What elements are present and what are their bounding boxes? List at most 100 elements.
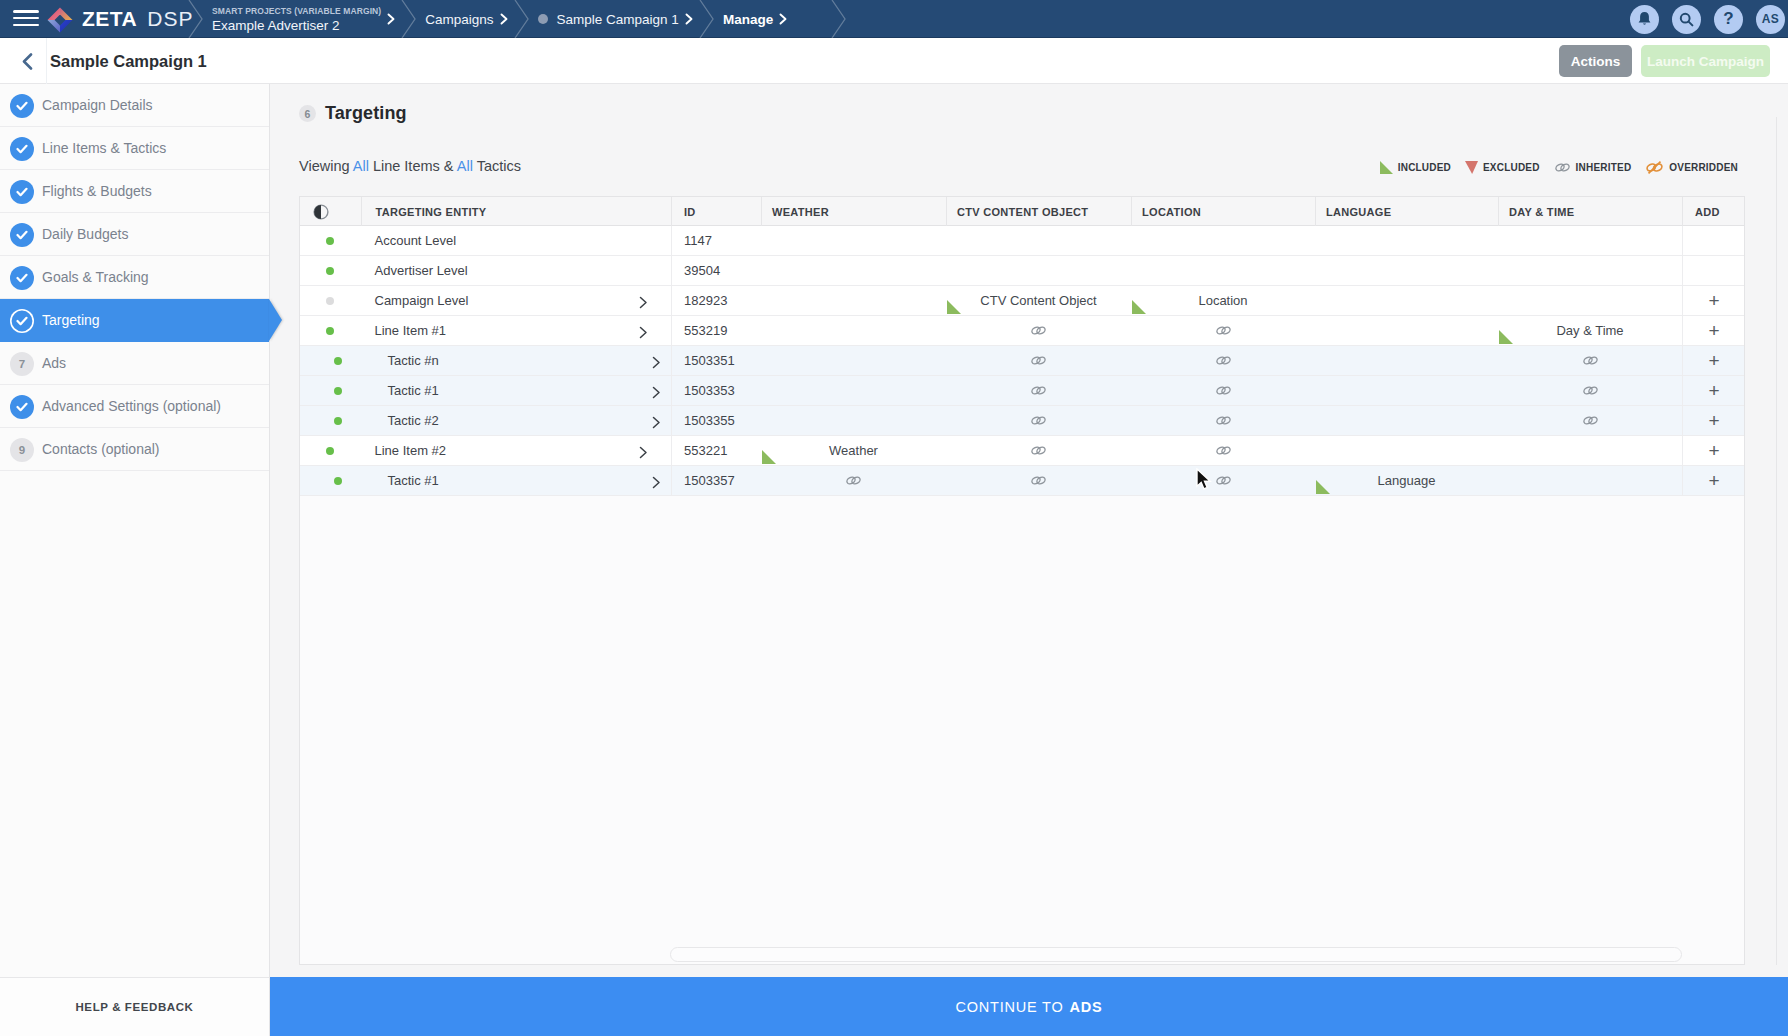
row-id-value: 1503353 <box>684 376 735 405</box>
targeting-cell-location[interactable] <box>1131 406 1315 435</box>
avatar-initials: AS <box>1762 12 1779 26</box>
targeting-cell-ctv[interactable] <box>946 406 1131 435</box>
sidebar-item-goals-tracking[interactable]: Goals & Tracking <box>0 256 269 299</box>
breadcrumb-item-manage[interactable]: Manage <box>715 0 793 38</box>
row-expand-button[interactable] <box>652 355 661 373</box>
continue-to-ads-button[interactable]: CONTINUE TO ADS <box>270 977 1788 1036</box>
column-header-id: ID <box>671 197 761 226</box>
sidebar-item-campaign-details[interactable]: Campaign Details <box>0 84 269 127</box>
row-expand-button[interactable] <box>639 445 648 463</box>
sidebar-item-contacts-optional[interactable]: 9Contacts (optional) <box>0 428 269 471</box>
horizontal-scrollbar[interactable] <box>670 947 1682 962</box>
status-dot-icon <box>538 14 548 24</box>
column-header-label: WEATHER <box>772 206 829 218</box>
row-status-dot-icon <box>326 327 334 335</box>
sidebar-item-flights-budgets[interactable]: Flights & Budgets <box>0 170 269 213</box>
step-number-badge: 6 <box>299 105 316 122</box>
add-targeting-button[interactable]: + <box>1708 471 1719 490</box>
targeting-cell-ctv[interactable] <box>946 316 1131 345</box>
row-expand-button[interactable] <box>639 295 648 313</box>
column-header-toggle[interactable] <box>300 197 361 226</box>
breadcrumb-item-example-advertiser-2[interactable]: SMART PROJECTS (VARIABLE MARGIN)Example … <box>204 0 401 38</box>
column-header-label: DAY & TIME <box>1509 206 1574 218</box>
targeting-cell-language <box>1315 346 1498 375</box>
row-expand-button[interactable] <box>652 475 661 493</box>
launch-campaign-button[interactable]: Launch Campaign <box>1641 45 1770 77</box>
targeting-cell-ctv[interactable] <box>946 466 1131 495</box>
table-row-account-level: Account Level1147 <box>300 226 1744 256</box>
step-check-circle <box>10 94 34 118</box>
row-id-value: 553219 <box>684 316 727 345</box>
add-targeting-button[interactable]: + <box>1708 411 1719 430</box>
table-header-row: TARGETING ENTITYIDWEATHERCTV CONTENT OBJ… <box>300 197 1744 226</box>
hamburger-menu-icon[interactable] <box>13 10 39 28</box>
sidebar-item-daily-budgets[interactable]: Daily Budgets <box>0 213 269 256</box>
targeting-cell-ctv[interactable] <box>946 376 1131 405</box>
row-id-value: 1503357 <box>684 466 735 495</box>
add-targeting-cell: + <box>1682 376 1745 405</box>
back-chevron-icon <box>22 53 33 70</box>
filter-all-tactics-link[interactable]: All <box>457 158 473 174</box>
targeting-cell-language <box>1315 256 1498 285</box>
sidebar-item-label: Line Items & Tactics <box>42 140 166 156</box>
row-expand-button[interactable] <box>639 325 648 343</box>
sidebar-item-ads[interactable]: 7Ads <box>0 342 269 385</box>
add-targeting-button[interactable]: + <box>1708 291 1719 310</box>
row-id-cell: 1147 <box>671 226 761 255</box>
breadcrumb-item-campaigns[interactable]: Campaigns <box>417 0 513 38</box>
app-screen: ZETA DSP SMART PROJECTS (VARIABLE MARGIN… <box>0 0 1788 1036</box>
breadcrumb: SMART PROJECTS (VARIABLE MARGIN)Example … <box>188 0 847 38</box>
add-targeting-cell <box>1682 226 1745 255</box>
add-targeting-button[interactable]: + <box>1708 351 1719 370</box>
targeting-cell-weather[interactable] <box>761 466 946 495</box>
help-button[interactable]: ? <box>1714 5 1743 34</box>
targeting-cell-daytime[interactable] <box>1498 406 1682 435</box>
targeting-cell-location[interactable]: Location <box>1131 286 1315 315</box>
table-row-line-item-1: Line Item #1553219Day & Time+ <box>300 316 1744 346</box>
sidebar-item-label: Flights & Budgets <box>42 183 152 199</box>
breadcrumb-separator <box>831 0 847 38</box>
targeting-cell-location[interactable] <box>1131 346 1315 375</box>
breadcrumb-separator <box>188 0 204 38</box>
targeting-cell-language <box>1315 406 1498 435</box>
filter-all-line-items-link[interactable]: All <box>353 158 369 174</box>
targeting-cell-location[interactable] <box>1131 436 1315 465</box>
targeting-cell-weather[interactable]: Weather <box>761 436 946 465</box>
targeting-cell-daytime[interactable] <box>1498 376 1682 405</box>
targeting-cell-ctv[interactable] <box>946 346 1131 375</box>
help-feedback-button[interactable]: HELP & FEEDBACK <box>0 977 270 1036</box>
back-button[interactable] <box>8 38 47 84</box>
targeting-cell-ctv[interactable] <box>946 436 1131 465</box>
user-avatar[interactable]: AS <box>1756 5 1785 34</box>
targeting-cell-daytime[interactable]: Day & Time <box>1498 316 1682 345</box>
sidebar-item-targeting[interactable]: Targeting <box>0 299 269 342</box>
add-targeting-button[interactable]: + <box>1708 441 1719 460</box>
targeting-cell-daytime <box>1498 466 1682 495</box>
row-entity-label: Advertiser Level <box>375 256 468 285</box>
inherited-link-icon <box>1215 354 1232 367</box>
notifications-button[interactable] <box>1630 5 1659 34</box>
add-targeting-button[interactable]: + <box>1708 381 1719 400</box>
sidebar-item-advanced-settings-optional[interactable]: Advanced Settings (optional) <box>0 385 269 428</box>
sidebar-item-label: Targeting <box>42 312 100 328</box>
targeting-cell-ctv[interactable]: CTV Content Object <box>946 286 1131 315</box>
targeting-cell-location[interactable] <box>1131 316 1315 345</box>
add-targeting-cell: + <box>1682 466 1745 495</box>
table-body: Account Level1147Advertiser Level39504Ca… <box>300 226 1744 496</box>
brand-logo[interactable]: ZETA DSP <box>47 0 193 38</box>
table-row-tactic-1: Tactic #11503353+ <box>300 376 1744 406</box>
targeting-cell-language[interactable]: Language <box>1315 466 1498 495</box>
add-targeting-button[interactable]: + <box>1708 321 1719 340</box>
column-header-location: LOCATION <box>1131 197 1315 226</box>
search-button[interactable] <box>1672 5 1701 34</box>
breadcrumb-item-sample-campaign-1[interactable]: Sample Campaign 1 <box>530 0 699 38</box>
targeting-cell-location[interactable] <box>1131 466 1315 495</box>
targeting-cell-daytime[interactable] <box>1498 346 1682 375</box>
breadcrumb-label: Example Advertiser 2 <box>212 18 381 33</box>
targeting-cell-location[interactable] <box>1131 376 1315 405</box>
row-expand-button[interactable] <box>652 415 661 433</box>
sidebar-item-line-items-tactics[interactable]: Line Items & Tactics <box>0 127 269 170</box>
inherited-link-icon <box>1215 324 1232 337</box>
actions-button[interactable]: Actions <box>1559 45 1632 77</box>
row-expand-button[interactable] <box>652 385 661 403</box>
